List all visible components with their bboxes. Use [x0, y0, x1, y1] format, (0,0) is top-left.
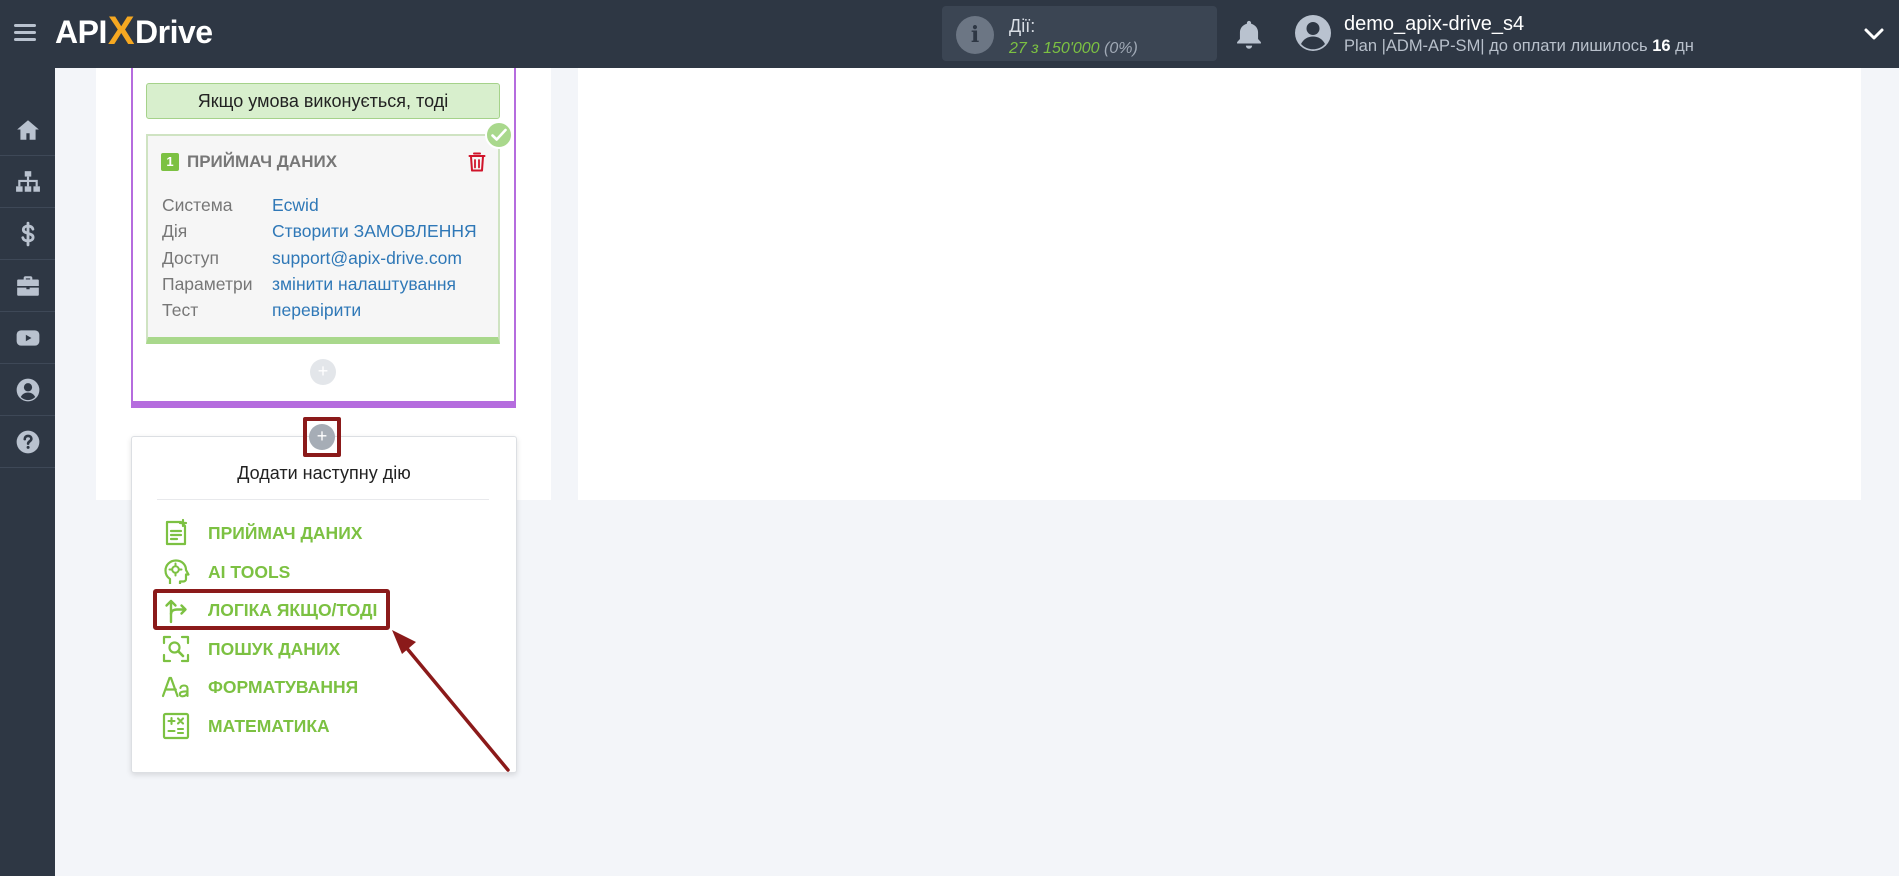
- row-label-system: Система: [162, 195, 233, 215]
- step-number-badge: 1: [161, 153, 179, 171]
- dropdown-item-label: ПОШУК ДАНИХ: [208, 639, 341, 659]
- pointer-arrow-icon: [392, 630, 510, 772]
- row-value-system[interactable]: Ecwid: [272, 195, 319, 216]
- dropdown-item-label: AI TOOLS: [208, 562, 291, 582]
- dropdown-item-math[interactable]: МАТЕМАТИКА: [161, 711, 330, 741]
- row-value-test[interactable]: перевірити: [272, 300, 361, 321]
- dropdown-divider: [157, 499, 489, 500]
- sidebar-item-home[interactable]: [0, 104, 55, 156]
- apix-drive-logo[interactable]: API X Drive: [55, 8, 213, 53]
- help-icon: [16, 430, 39, 453]
- sidebar-item-profile[interactable]: [0, 364, 55, 416]
- trash-icon[interactable]: [468, 152, 486, 172]
- dropdown-item-label: МАТЕМАТИКА: [208, 716, 330, 736]
- row-value-action[interactable]: Створити ЗАМОВЛЕННЯ: [272, 221, 477, 242]
- home-icon: [16, 119, 39, 140]
- bell-icon[interactable]: [1232, 18, 1266, 52]
- actions-percent: (0%): [1104, 40, 1138, 57]
- math-icon: [162, 712, 190, 740]
- plan-text: Plan |ADM-AP-SM| до оплати лишилось: [1344, 37, 1653, 55]
- dropdown-item-receiver[interactable]: ПРИЙМАЧ ДАНИХ: [161, 518, 362, 548]
- sidebar-item-connections[interactable]: [0, 156, 55, 208]
- settings-panel: [578, 68, 1861, 500]
- plan-days-suffix: дн: [1670, 37, 1694, 55]
- row-value-access[interactable]: support@apix-drive.com: [272, 248, 462, 269]
- user-circle-icon: [16, 378, 39, 401]
- left-sidebar: [0, 68, 55, 876]
- logo-x-text: X: [107, 8, 135, 53]
- receiver-card-title: ПРИЙМАЧ ДАНИХ: [187, 152, 338, 171]
- search-data-icon: [162, 635, 190, 663]
- sitemap-icon: [15, 170, 40, 192]
- chevron-down-icon[interactable]: [1862, 22, 1886, 46]
- top-header: API X Drive i Дії: 27 з 150'000 (0%) demo_…: [0, 0, 1899, 68]
- dropdown-item-format[interactable]: ФОРМАТУВАННЯ: [161, 672, 358, 702]
- row-label-action: Дія: [162, 221, 188, 241]
- actions-value: 27 з 150'000 (0%): [1009, 40, 1138, 58]
- condition-banner: Якщо умова виконується, тоді: [146, 83, 500, 119]
- dollar-icon: [20, 221, 35, 246]
- check-icon: [485, 121, 513, 149]
- sidebar-item-video[interactable]: [0, 312, 55, 364]
- row-label-params: Параметри: [162, 274, 253, 294]
- sidebar-item-help[interactable]: [0, 416, 55, 468]
- dropdown-item-search[interactable]: ПОШУК ДАНИХ: [161, 634, 340, 664]
- logo-api-text: API: [55, 13, 107, 50]
- inner-add-button[interactable]: +: [310, 359, 336, 385]
- user-plan: Plan |ADM-AP-SM| до оплати лишилось 16 д…: [1344, 37, 1694, 56]
- menu-toggle-icon[interactable]: [14, 20, 40, 46]
- format-icon: [161, 676, 189, 698]
- actions-label: Дії:: [1009, 16, 1036, 36]
- briefcase-icon: [16, 275, 39, 296]
- row-value-params[interactable]: змінити налаштування: [272, 274, 456, 295]
- receiver-card-header: 1 ПРИЙМАЧ ДАНИХ: [161, 152, 337, 172]
- sidebar-item-tools[interactable]: [0, 260, 55, 312]
- ai-head-icon: [164, 559, 190, 584]
- dropdown-item-label: ПРИЙМАЧ ДАНИХ: [208, 523, 363, 543]
- actions-counter: i Дії: 27 з 150'000 (0%): [942, 6, 1217, 61]
- row-label-access: Доступ: [162, 248, 219, 268]
- user-avatar-icon[interactable]: [1294, 14, 1332, 52]
- plan-days: 16: [1652, 37, 1671, 55]
- add-action-button[interactable]: +: [309, 424, 335, 450]
- sidebar-item-billing[interactable]: [0, 208, 55, 260]
- actions-count: 27 з 150'000: [1009, 40, 1100, 57]
- dropdown-title: Додати наступну дію: [237, 463, 411, 483]
- user-name[interactable]: demo_apix-drive_s4: [1344, 13, 1524, 36]
- youtube-icon: [16, 329, 39, 346]
- dropdown-item-label: ФОРМАТУВАННЯ: [208, 677, 359, 697]
- receiver-icon: [165, 518, 188, 546]
- logic-item-highlight: [153, 589, 390, 630]
- row-label-test: Тест: [162, 300, 199, 320]
- info-icon: i: [956, 16, 994, 54]
- logo-drive-text: Drive: [135, 13, 213, 50]
- dropdown-item-ai-tools[interactable]: AI TOOLS: [161, 557, 290, 587]
